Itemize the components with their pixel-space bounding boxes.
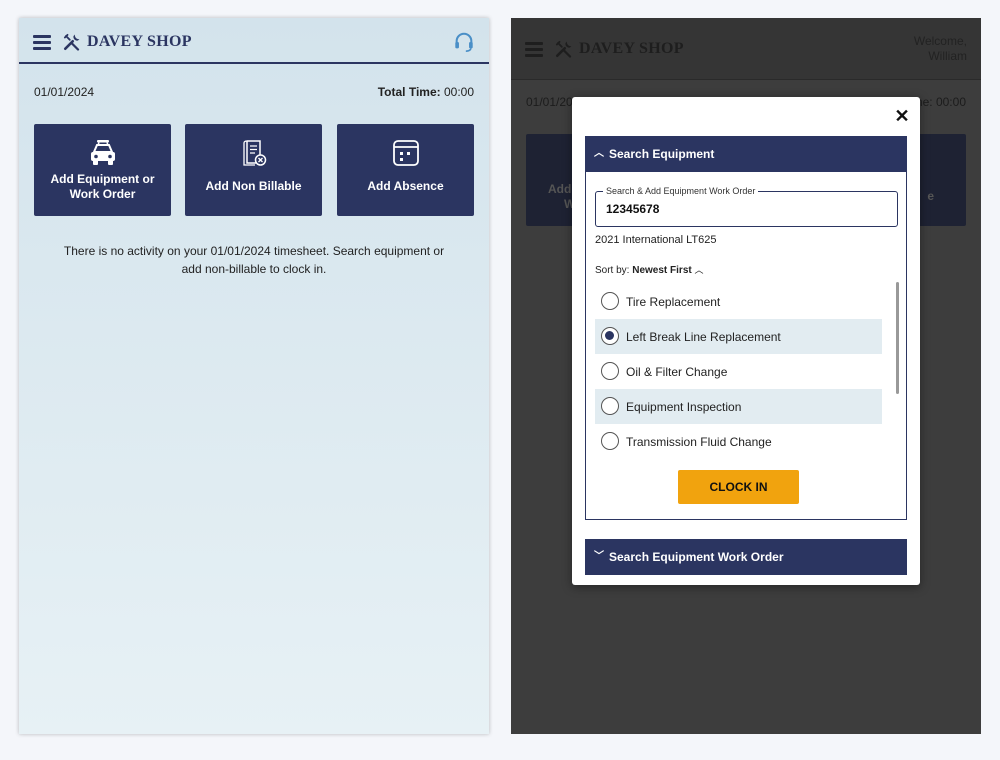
work-order-option[interactable]: Left Break Line Replacement bbox=[595, 319, 882, 354]
tools-icon bbox=[555, 40, 572, 58]
work-order-option[interactable]: Oil & Filter Change bbox=[595, 354, 882, 389]
tile-fragment: e bbox=[927, 189, 934, 203]
document-cancel-icon bbox=[242, 140, 266, 166]
hamburger-menu-icon[interactable] bbox=[33, 35, 51, 50]
add-equipment-label: Add Equipment or Work Order bbox=[50, 172, 155, 201]
work-order-option[interactable]: Equipment Inspection bbox=[595, 389, 882, 424]
brand-title: DAVEY SHOP bbox=[87, 33, 192, 50]
list-scrollbar[interactable] bbox=[896, 282, 899, 394]
sort-value: Newest First bbox=[632, 265, 692, 276]
timesheet-screen: DAVEY SHOP 01/01/2024 Total Time: 00:00 … bbox=[19, 18, 489, 734]
option-label: Left Break Line Replacement bbox=[626, 330, 781, 344]
empty-timesheet-message: There is no activity on your 01/01/2024 … bbox=[63, 244, 445, 276]
add-non-billable-label: Add Non Billable bbox=[205, 179, 302, 193]
tile-fragment: Add bbox=[548, 182, 572, 196]
add-absence-tile[interactable]: Add Absence bbox=[337, 124, 474, 216]
sort-label: Sort by: bbox=[595, 265, 630, 276]
add-non-billable-tile[interactable]: Add Non Billable bbox=[185, 124, 322, 216]
accordion-title: Search Equipment Work Order bbox=[609, 550, 784, 564]
radio-button[interactable] bbox=[601, 432, 619, 450]
action-tiles: Add Equipment or Work Order Add Non Bill… bbox=[34, 124, 474, 216]
accordion-title: Search Equipment bbox=[609, 147, 715, 161]
close-icon[interactable]: ✕ bbox=[894, 107, 910, 125]
clock-in-modal: ✕ ︿ Search Equipment Search & Add Equipm… bbox=[572, 97, 920, 585]
chevron-down-icon: ﹀ bbox=[594, 551, 604, 562]
clock-in-button[interactable]: CLOCK IN bbox=[678, 470, 799, 504]
welcome-user: Welcome, William bbox=[847, 34, 967, 64]
option-label: Oil & Filter Change bbox=[626, 365, 728, 379]
app-header-dimmed: DAVEY SHOP Welcome, William bbox=[511, 18, 981, 80]
brand-title: DAVEY SHOP bbox=[579, 40, 684, 57]
add-absence-label: Add Absence bbox=[367, 179, 444, 193]
sort-control[interactable]: Sort by: Newest First ︿ bbox=[595, 263, 704, 276]
add-equipment-tile[interactable]: Add Equipment or Work Order bbox=[34, 124, 171, 216]
calendar-icon bbox=[392, 140, 419, 166]
equipment-search-input[interactable] bbox=[606, 202, 886, 216]
radio-button[interactable] bbox=[601, 362, 619, 380]
total-time-value: 00:00 bbox=[443, 85, 474, 99]
search-work-order-accordion-header[interactable]: ﹀ Search Equipment Work Order bbox=[585, 539, 907, 575]
total-time-label: Total Time: bbox=[377, 85, 441, 99]
radio-button[interactable] bbox=[601, 397, 619, 415]
car-icon bbox=[90, 140, 115, 165]
work-order-option[interactable]: Tire Replacement bbox=[595, 284, 882, 319]
timesheet-date-dimmed: 01/01/20 bbox=[526, 95, 573, 109]
equipment-name: 2021 International LT625 bbox=[595, 234, 717, 246]
radio-button[interactable] bbox=[601, 292, 619, 310]
search-equipment-accordion-header[interactable]: ︿ Search Equipment bbox=[585, 136, 907, 172]
chevron-up-icon: ︿ bbox=[694, 265, 704, 275]
work-order-list: Tire Replacement Left Break Line Replace… bbox=[595, 284, 883, 459]
user-name: William bbox=[928, 49, 967, 63]
option-label: Transmission Fluid Change bbox=[626, 435, 772, 449]
search-field-label: Search & Add Equipment Work Order bbox=[603, 185, 759, 197]
hamburger-menu-icon bbox=[525, 42, 543, 57]
timesheet-date: 01/01/2024 bbox=[34, 85, 95, 99]
chevron-up-icon: ︿ bbox=[594, 148, 604, 159]
tools-icon bbox=[63, 33, 80, 51]
search-equipment-panel: Search & Add Equipment Work Order 2021 I… bbox=[585, 172, 907, 520]
work-order-option[interactable]: Transmission Fluid Change bbox=[595, 424, 882, 459]
total-time: Total Time: 00:00 bbox=[378, 85, 474, 99]
total-time-dimmed: me: 00:00 bbox=[912, 95, 966, 109]
option-label: Equipment Inspection bbox=[626, 400, 742, 414]
headset-support-icon[interactable] bbox=[453, 31, 475, 53]
equipment-search-field[interactable]: Search & Add Equipment Work Order bbox=[595, 185, 898, 227]
welcome-line: Welcome, bbox=[913, 34, 967, 48]
option-label: Tire Replacement bbox=[626, 295, 721, 309]
app-header: DAVEY SHOP bbox=[19, 18, 489, 64]
radio-button-selected[interactable] bbox=[601, 327, 619, 345]
